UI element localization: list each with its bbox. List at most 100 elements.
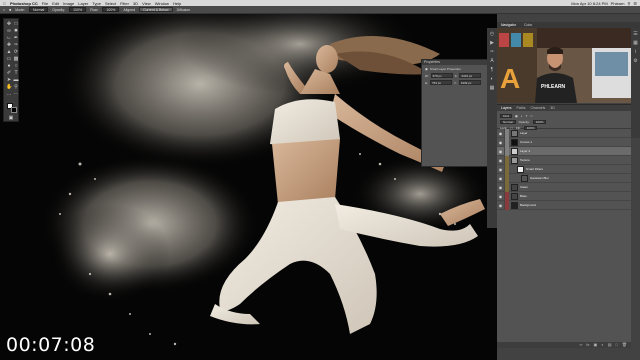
swatches-panel-icon[interactable]: ▦ [633, 41, 638, 46]
layer-row[interactable]: ◉ Smart Filters [497, 164, 631, 174]
layer-row[interactable]: ◉ Texture [497, 155, 631, 165]
healing-tool-icon[interactable]: ✚ [6, 42, 12, 48]
history-panel-icon[interactable]: ◴ [489, 31, 495, 37]
menu-file[interactable]: File [42, 1, 48, 6]
background-color-swatch[interactable] [11, 107, 17, 113]
visibility-eye-icon[interactable]: ◉ [497, 146, 505, 156]
menubar-clock[interactable]: Mon Apr 10 8:24 PM [571, 1, 607, 6]
dodge-tool-icon[interactable]: ○ [13, 63, 19, 69]
properties-panel-icon[interactable]: ⚙ [633, 59, 638, 64]
aligned-checkbox[interactable]: Aligned [123, 8, 135, 12]
visibility-eye-icon[interactable]: ◉ [497, 173, 505, 183]
visibility-eye-icon[interactable]: ◉ [497, 191, 505, 201]
styles-panel-icon[interactable]: ▦ [489, 85, 495, 91]
new-layer-icon[interactable]: □ [616, 342, 618, 348]
pen-tool-icon[interactable]: ✐ [6, 70, 12, 76]
layer-row[interactable]: ◉ Clean [497, 182, 631, 192]
visibility-eye-icon[interactable]: ◉ [497, 128, 505, 138]
tab-channels[interactable]: Channels [530, 105, 545, 111]
new-group-icon[interactable]: ▤ [608, 342, 612, 348]
adjustments-panel-icon[interactable]: ◐ [489, 76, 495, 82]
zoom-tool-icon[interactable]: ⚲ [13, 84, 19, 90]
paragraph-panel-icon[interactable]: ¶ [489, 67, 495, 73]
blur-tool-icon[interactable]: ● [6, 63, 12, 69]
link-layers-icon[interactable]: ∞ [580, 342, 583, 348]
opacity-field[interactable]: 100% [69, 7, 87, 12]
more-tools-icon[interactable]: … [6, 91, 12, 97]
hand-tool-icon[interactable]: ✋ [6, 84, 12, 90]
layer-row[interactable]: ◉ Background [497, 200, 631, 210]
quick-select-tool-icon[interactable]: ✸ [13, 28, 19, 34]
menu-filter[interactable]: Filter [120, 1, 129, 6]
menu-view[interactable]: View [142, 1, 151, 6]
layer-opacity-field[interactable]: 100% [532, 120, 547, 124]
flow-field[interactable]: 100% [102, 7, 120, 12]
menu-window[interactable]: Window [155, 1, 169, 6]
trash-icon[interactable]: 🗑 [622, 342, 627, 348]
blend-mode-select[interactable]: Normal [500, 120, 516, 124]
tab-3d[interactable]: 3D [550, 105, 554, 111]
info-panel-icon[interactable]: i [633, 50, 638, 55]
menu-icon[interactable]: ☰ [633, 1, 637, 6]
menu-select[interactable]: Select [105, 1, 116, 6]
visibility-eye-icon[interactable]: ◉ [497, 200, 505, 210]
eyedropper-tool-icon[interactable]: ✒ [13, 35, 19, 41]
width-field[interactable]: 679 px [430, 73, 453, 78]
gradient-tool-icon[interactable]: ▩ [13, 56, 19, 62]
menu-help[interactable]: Help [173, 1, 181, 6]
menu-type[interactable]: Type [92, 1, 101, 6]
layer-row[interactable]: ◉ Curves 1 [497, 137, 631, 147]
actions-panel-icon[interactable]: ▶ [489, 40, 495, 46]
menubar-user[interactable]: Phlearn [611, 1, 625, 6]
crop-tool-icon[interactable]: ⌙ [6, 35, 12, 41]
visibility-eye-icon[interactable]: ◉ [497, 164, 505, 174]
filter-type-icon[interactable]: T [526, 114, 528, 118]
kind-filter[interactable]: Kind [500, 114, 513, 118]
move-tool-icon[interactable]: ✥ [6, 21, 12, 27]
layer-row-selected[interactable]: ◉ Layer 4 [497, 146, 631, 156]
menu-image[interactable]: Image [63, 1, 74, 6]
libraries-panel-icon[interactable]: ☰ [633, 32, 638, 37]
visibility-eye-icon[interactable]: ◉ [497, 182, 505, 192]
mode-select[interactable]: Normal [28, 7, 49, 12]
menu-layer[interactable]: Layer [78, 1, 88, 6]
filter-shape-icon[interactable]: □ [531, 114, 533, 118]
visibility-eye-icon[interactable]: ◉ [497, 155, 505, 165]
x-field[interactable]: 2316 px [459, 73, 482, 78]
visibility-eye-icon[interactable]: ◉ [497, 137, 505, 147]
layer-row[interactable]: ◉ Base [497, 191, 631, 201]
menu-app-name[interactable]: Photoshop CC [10, 1, 38, 6]
layer-row[interactable]: ◉ Gaussian Blur [497, 173, 631, 183]
adjustment-layer-icon[interactable]: ◐ [601, 342, 603, 348]
apple-icon[interactable]:  [3, 1, 6, 6]
clone-stamp-tool-icon[interactable]: ▲ [6, 49, 12, 55]
tab-paths[interactable]: Paths [517, 105, 526, 111]
y-field[interactable]: 1939 px [458, 80, 481, 85]
shape-tool-icon[interactable]: ▬ [13, 77, 19, 83]
stamp-tool-icon[interactable]: ■ [9, 8, 11, 12]
tab-layers[interactable]: Layers [501, 105, 512, 111]
quick-mask-icon[interactable]: ▣ [8, 115, 14, 121]
lasso-tool-icon[interactable]: ∞ [6, 28, 12, 34]
sample-select[interactable]: Current & Below [139, 7, 173, 12]
eraser-tool-icon[interactable]: ▭ [6, 56, 12, 62]
filter-pixel-icon[interactable]: ▣ [515, 114, 518, 118]
menu-edit[interactable]: Edit [52, 1, 59, 6]
brush-panel-icon[interactable]: ✑ [489, 49, 495, 55]
filter-adjust-icon[interactable]: ◐ [521, 114, 523, 118]
height-field[interactable]: 763 px [430, 80, 452, 85]
edit-toolbar-icon[interactable]: ⋯ [13, 91, 19, 97]
diffusion-label[interactable]: Diffusion [177, 8, 191, 12]
brush-tool-icon[interactable]: ✑ [13, 42, 19, 48]
home-icon[interactable]: ⌂ [3, 8, 5, 12]
history-brush-tool-icon[interactable]: ⟳ [13, 49, 19, 55]
fx-icon[interactable]: fx [586, 342, 589, 348]
type-tool-icon[interactable]: T [13, 70, 19, 76]
layer-row[interactable]: ◉ Layer [497, 128, 631, 138]
character-panel-icon[interactable]: A [489, 58, 495, 64]
path-select-tool-icon[interactable]: ➤ [6, 77, 12, 83]
menu-3d[interactable]: 3D [133, 1, 138, 6]
search-icon[interactable]: ⚲ [627, 1, 630, 6]
add-mask-icon[interactable]: ▣ [594, 342, 598, 348]
marquee-tool-icon[interactable]: □ [13, 21, 19, 27]
